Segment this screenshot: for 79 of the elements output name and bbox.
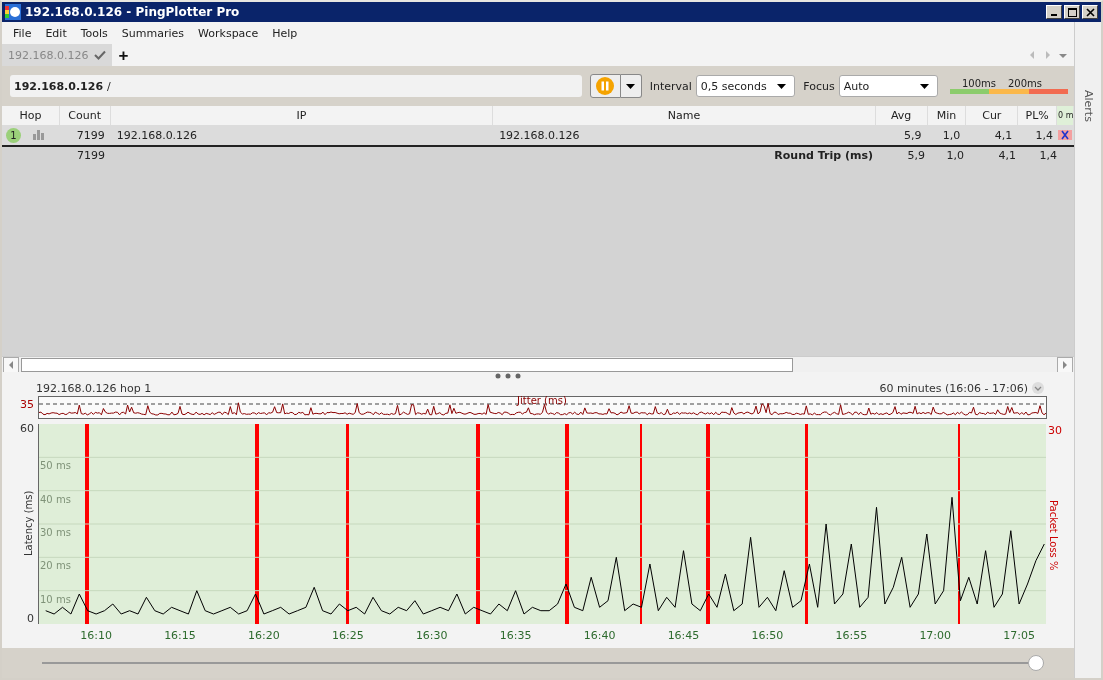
menu-item[interactable]: Workspace [191, 26, 266, 40]
axis-label: 0 [27, 612, 34, 625]
caret-icon [920, 83, 930, 89]
time-label: 16:55 [835, 629, 868, 642]
table-cell-text: 1,4 [1034, 127, 1055, 144]
table-cell-text: 5,9 [906, 147, 926, 163]
dropdown-button[interactable] [620, 74, 642, 98]
column-header[interactable]: 0 m [1057, 106, 1074, 125]
bar-chart-icon[interactable] [33, 130, 44, 140]
maximize-button[interactable] [1064, 5, 1080, 19]
focus-dropdown[interactable]: Auto [838, 75, 939, 97]
scale-label: 200ms [1007, 78, 1042, 89]
table-cell-text: 4,1 [997, 147, 1017, 163]
gridline-label: 30 ms [40, 527, 71, 538]
target-field[interactable]: 192.168.0.126 / [10, 75, 582, 97]
graph-title: 192.168.0.126 hop 1 [36, 381, 152, 395]
table-cell-text: 7199 [76, 147, 106, 163]
time-label: 17:05 [1003, 629, 1035, 642]
scroll-right-icon[interactable] [1057, 356, 1073, 373]
table-cell-text: 4,1 [993, 127, 1014, 144]
table-cell-text: 192.168.0.126 [498, 127, 581, 144]
time-label: 16:50 [751, 629, 784, 642]
slider-thumb[interactable] [1028, 655, 1044, 671]
time-label: 16:15 [164, 629, 196, 642]
tab-scroll-icon[interactable] [1028, 50, 1068, 60]
caret-icon [626, 83, 636, 89]
table-cell-text: 7199 [75, 127, 106, 144]
axis-label: 60 [20, 422, 34, 435]
menu-item[interactable]: Edit [38, 26, 74, 40]
time-label: 16:45 [667, 629, 700, 642]
jitter-label: Jitter (ms) [517, 396, 567, 406]
time-range: 60 minutes (16:06 - 17:06) [879, 381, 1028, 395]
time-label: 16:10 [80, 629, 112, 642]
table-cell-text: 1,4 [1038, 147, 1058, 163]
axis-label: 30 [1048, 424, 1062, 437]
scale-label: 100ms [961, 78, 996, 89]
chevron-icon[interactable] [1032, 382, 1044, 394]
table-cell-text: 192.168.0.126 [115, 127, 199, 144]
time-label: 17:00 [919, 629, 952, 642]
time-label: 16:25 [331, 629, 364, 642]
time-label: 16:40 [583, 629, 616, 642]
gridline-label: 20 ms [40, 560, 71, 572]
app-icon [5, 4, 21, 20]
axis-label: 35 [20, 398, 34, 411]
gridline-label: 40 ms [40, 493, 71, 505]
scroll-left-icon[interactable] [3, 356, 19, 373]
menu-item[interactable]: File [6, 26, 39, 40]
window-title: 192.168.0.126 - PingPlotter Pro [25, 5, 240, 19]
menu-item[interactable]: Tools [73, 26, 115, 40]
interval-label: Interval [649, 79, 692, 93]
time-label: 16:20 [248, 629, 280, 642]
interval-dropdown[interactable]: 0,5 seconds [695, 75, 796, 97]
maximize-icon [1067, 7, 1077, 17]
splitter-handle[interactable] [495, 373, 521, 379]
table-cell-text: 1,0 [941, 127, 962, 144]
time-label: 16:30 [415, 629, 448, 642]
new-tab-button[interactable]: + [112, 46, 135, 64]
gridline-label: 10 ms [40, 593, 71, 605]
table-cell-text: 1,0 [945, 147, 965, 163]
close-button[interactable] [1082, 5, 1098, 19]
caret-icon [777, 83, 787, 89]
table-cell-text: Round Trip (ms) [773, 147, 874, 163]
scrollbar-thumb[interactable] [21, 357, 793, 372]
focus-label: Focus [803, 79, 835, 93]
menu-item[interactable]: Summaries [114, 26, 192, 40]
hop-number: 1 [6, 127, 21, 143]
time-label: 16:35 [499, 629, 532, 642]
minimize-button[interactable] [1046, 5, 1062, 19]
menu-item[interactable]: Help [265, 26, 305, 40]
axis-title: Latency (ms) [23, 490, 34, 556]
minimize-icon [1051, 14, 1057, 16]
mini-graph-icon [1058, 130, 1073, 140]
check-icon [94, 50, 107, 60]
close-icon [1085, 7, 1095, 17]
table-cell-text: 5,9 [902, 127, 923, 144]
pause-icon [596, 77, 615, 95]
gridline-label: 50 ms [40, 460, 71, 472]
alerts-tab[interactable]: Alerts [1081, 90, 1095, 122]
axis-title: Packet Loss % [1048, 500, 1059, 571]
